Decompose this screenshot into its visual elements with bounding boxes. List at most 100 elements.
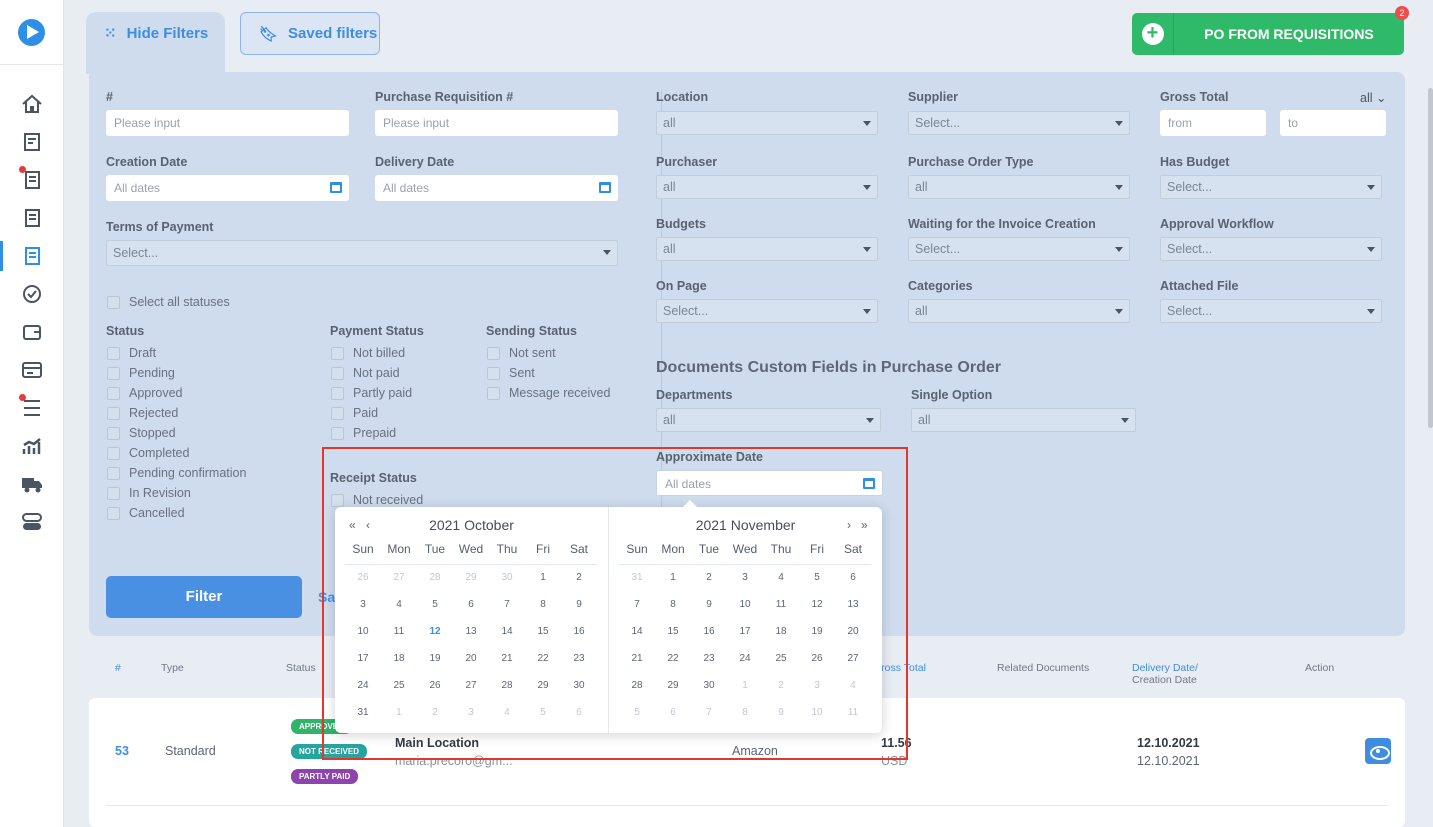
calendar-day[interactable]: 14 (489, 623, 525, 650)
view-eye-icon[interactable] (1365, 738, 1391, 764)
calendar-day[interactable]: 15 (655, 623, 691, 650)
calendar-day[interactable]: 28 (417, 569, 453, 596)
budgets-select[interactable]: all (656, 237, 878, 261)
calendar-day[interactable]: 21 (489, 650, 525, 677)
settings-toggle-icon[interactable] (21, 511, 43, 533)
calendar-day[interactable]: 2 (417, 704, 453, 731)
calendar-day[interactable]: 10 (345, 623, 381, 650)
calendar-day[interactable]: 31 (345, 704, 381, 731)
select-all-statuses-checkbox[interactable]: Select all statuses (107, 295, 230, 309)
row-number-link[interactable]: 53 (115, 744, 129, 758)
number-input[interactable]: Please input (106, 110, 349, 136)
categories-select[interactable]: all (908, 299, 1130, 323)
requisition-icon[interactable] (21, 131, 43, 153)
col-number[interactable]: # (115, 662, 121, 674)
calendar-day[interactable]: 4 (489, 704, 525, 731)
calendar-day[interactable]: 2 (763, 677, 799, 704)
calendar-day[interactable]: 24 (345, 677, 381, 704)
calendar-day[interactable]: 19 (799, 623, 835, 650)
calendar-day[interactable]: 12 (799, 596, 835, 623)
card-icon[interactable] (21, 359, 43, 381)
calendar-day[interactable]: 7 (489, 596, 525, 623)
delivery-date-input[interactable]: All dates (375, 175, 618, 201)
calendar-day[interactable]: 4 (835, 677, 871, 704)
calendar-day[interactable]: 31 (619, 569, 655, 596)
calendar-day[interactable]: 22 (525, 650, 561, 677)
location-select[interactable]: all (656, 111, 878, 135)
document-alert-icon[interactable] (19, 166, 43, 191)
calendar-day[interactable]: 19 (417, 650, 453, 677)
calendar-day[interactable]: 18 (763, 623, 799, 650)
document-icon[interactable] (21, 207, 43, 229)
purchase-order-icon[interactable] (0, 241, 43, 271)
has-budget-select[interactable]: Select... (1160, 175, 1382, 199)
pr-number-input[interactable]: Please input (375, 110, 618, 136)
truck-icon[interactable] (21, 473, 43, 495)
tab-hide-filters[interactable]: ⁙ Hide Filters (86, 12, 225, 74)
calendar-day[interactable]: 15 (525, 623, 561, 650)
payment-status-checkbox[interactable]: Not billed (331, 346, 405, 360)
calendar-day[interactable]: 3 (345, 596, 381, 623)
calendar-day[interactable]: 29 (655, 677, 691, 704)
waiting-invoice-select[interactable]: Select... (908, 237, 1130, 261)
status-checkbox[interactable]: In Revision (107, 486, 191, 500)
calendar-day[interactable]: 11 (835, 704, 871, 731)
calendar-day[interactable]: 6 (561, 704, 597, 731)
gross-total-from-input[interactable]: from (1160, 110, 1266, 136)
analytics-icon[interactable] (21, 435, 43, 457)
payment-status-checkbox[interactable]: Partly paid (331, 386, 412, 400)
payment-status-checkbox[interactable]: Prepaid (331, 426, 396, 440)
calendar-day[interactable]: 25 (381, 677, 417, 704)
sending-status-checkbox[interactable]: Sent (487, 366, 535, 380)
calendar-day[interactable]: 1 (655, 569, 691, 596)
calendar-day[interactable]: 12 (417, 623, 453, 650)
calendar-day[interactable]: 10 (799, 704, 835, 731)
calendar-day[interactable]: 25 (763, 650, 799, 677)
calendar-day[interactable]: 28 (619, 677, 655, 704)
status-checkbox[interactable]: Rejected (107, 406, 178, 420)
calendar-day[interactable]: 26 (799, 650, 835, 677)
app-logo[interactable] (18, 19, 45, 46)
calendar-day[interactable]: 5 (799, 569, 835, 596)
payment-status-checkbox[interactable]: Paid (331, 406, 378, 420)
terms-select[interactable]: Select... (106, 240, 618, 266)
calendar-day[interactable]: 26 (345, 569, 381, 596)
tab-saved-filters[interactable]: 🔖︎ Saved filters (240, 12, 380, 55)
calendar-day[interactable]: 30 (691, 677, 727, 704)
calendar-day[interactable]: 8 (655, 596, 691, 623)
calendar-day[interactable]: 29 (525, 677, 561, 704)
attached-file-select[interactable]: Select... (1160, 299, 1382, 323)
purchaser-select[interactable]: all (656, 175, 878, 199)
col-delivery-date[interactable]: Delivery Date/ (1132, 662, 1198, 674)
calendar-day[interactable]: 3 (799, 677, 835, 704)
calendar-day[interactable]: 10 (727, 596, 763, 623)
calendar-day[interactable]: 27 (835, 650, 871, 677)
calendar-day[interactable]: 1 (525, 569, 561, 596)
calendar-day[interactable]: 18 (381, 650, 417, 677)
calendar-day[interactable]: 30 (561, 677, 597, 704)
calendar-day[interactable]: 26 (417, 677, 453, 704)
creation-date-input[interactable]: All dates (106, 175, 349, 201)
calendar-day[interactable]: 3 (727, 569, 763, 596)
list-alert-icon[interactable] (19, 394, 43, 419)
supplier-select[interactable]: Select... (908, 111, 1130, 135)
calendar-day[interactable]: 9 (691, 596, 727, 623)
calendar-day[interactable]: 2 (691, 569, 727, 596)
calendar-day[interactable]: 23 (691, 650, 727, 677)
calendar-day[interactable]: 13 (835, 596, 871, 623)
calendar-day[interactable]: 21 (619, 650, 655, 677)
calendar-day[interactable]: 1 (381, 704, 417, 731)
calendar-day[interactable]: 20 (453, 650, 489, 677)
calendar-day[interactable]: 6 (835, 569, 871, 596)
calendar-day[interactable]: 5 (417, 596, 453, 623)
single-option-select[interactable]: all (911, 408, 1136, 432)
calendar-day[interactable]: 16 (561, 623, 597, 650)
calendar-day[interactable]: 20 (835, 623, 871, 650)
check-circle-icon[interactable] (21, 283, 43, 305)
receipt-not-received-checkbox[interactable]: Not received (331, 493, 423, 507)
status-checkbox[interactable]: Draft (107, 346, 156, 360)
calendar-day[interactable]: 28 (489, 677, 525, 704)
calendar-day[interactable]: 11 (381, 623, 417, 650)
scrollbar[interactable] (1428, 88, 1433, 428)
next-year-button[interactable]: » (861, 518, 868, 532)
